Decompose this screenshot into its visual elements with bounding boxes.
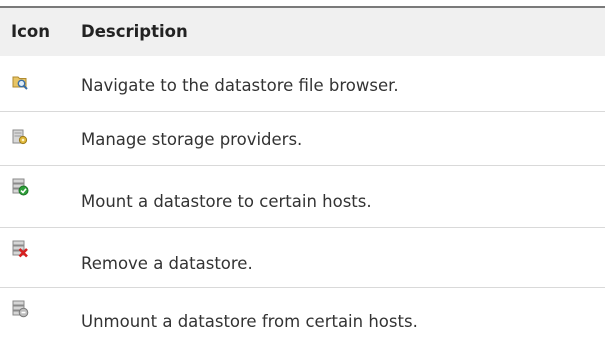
table-row: Remove a datastore.: [0, 228, 605, 288]
datastore-mount-icon: [11, 178, 29, 196]
table-row: Unmount a datastore from certain hosts.: [0, 288, 605, 346]
row-description: Manage storage providers.: [81, 130, 303, 149]
table-row: Manage storage providers.: [0, 112, 605, 166]
table-header: Icon Description: [0, 8, 605, 56]
icon-description-table: Icon Description Navigate to the datasto…: [0, 0, 605, 346]
table-row: Mount a datastore to certain hosts.: [0, 166, 605, 228]
table-row: Navigate to the datastore file browser.: [0, 56, 605, 112]
column-header-icon: Icon: [11, 22, 51, 41]
datastore-unmount-icon: [11, 300, 29, 318]
row-description: Navigate to the datastore file browser.: [81, 76, 399, 95]
row-description: Mount a datastore to certain hosts.: [81, 192, 372, 211]
column-header-description: Description: [81, 22, 188, 41]
datastore-browse-icon: [11, 74, 29, 92]
row-description: Unmount a datastore from certain hosts.: [81, 312, 418, 331]
datastore-remove-icon: [11, 240, 29, 258]
storage-providers-icon: [11, 128, 29, 146]
row-description: Remove a datastore.: [81, 254, 253, 273]
